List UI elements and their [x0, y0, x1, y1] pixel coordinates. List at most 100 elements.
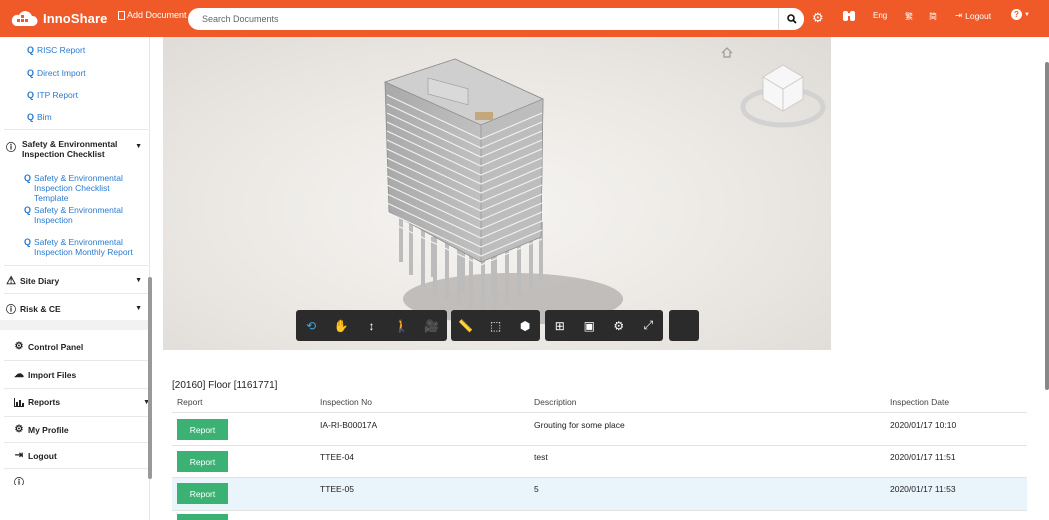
sidebar-item-safety-checklist[interactable]: ⓘ Safety & Environmental Inspection Chec… [4, 139, 148, 159]
sidebar-item-control-panel[interactable]: ⚙ Control Panel [12, 341, 156, 352]
search-icon: Q [24, 173, 32, 183]
column-header-inspection-date: Inspection Date [890, 397, 950, 407]
table-cell-date: 2020/01/17 10:10 [890, 420, 957, 430]
search-icon: Q [27, 68, 35, 78]
info-icon: ⓘ [6, 305, 16, 316]
chevron-down-icon: ▼ [1024, 11, 1030, 18]
sidebar-item-label: Risk & CE [20, 303, 61, 314]
sidebar-item-label: RISC Report [37, 45, 86, 55]
bar-chart-icon [12, 397, 26, 407]
sidebar-item-safety-inspection[interactable]: Q Safety & Environmental Inspection [24, 205, 134, 225]
fullscreen-icon[interactable]: ⤢ [634, 318, 662, 333]
logo[interactable]: InnoShare [10, 9, 107, 27]
report-button[interactable]: Report [177, 419, 228, 440]
sidebar-item-partial[interactable]: ⓘ [12, 477, 156, 486]
sidebar-item-label: Bim [37, 112, 52, 122]
divider [4, 265, 148, 266]
sidebar-scrollbar[interactable] [148, 277, 152, 479]
table-cell-date: 2020/01/17 11:53 [890, 484, 956, 494]
report-button-partial[interactable] [177, 514, 228, 520]
home-view-icon[interactable] [721, 47, 733, 58]
extra-toolbar[interactable] [669, 310, 699, 341]
floor-title: [20160] Floor [1161771] [172, 380, 278, 391]
cloud-upload-icon: ☁ [14, 369, 24, 380]
sidebar-item-label: Safety & Environmental Inspection Checkl… [22, 139, 118, 159]
sidebar-item-label: Control Panel [28, 341, 84, 352]
sidebar-item-label: Reports [28, 397, 61, 407]
sidebar-item-label: Site Diary [20, 275, 60, 286]
row-divider [172, 445, 1027, 446]
table-cell-date: 2020/01/17 11:51 [890, 452, 956, 462]
measure-ruler-icon[interactable]: 📏 [452, 319, 480, 333]
orbit-icon[interactable]: ⟲ [297, 319, 325, 333]
chevron-down-icon: ▼ [135, 305, 142, 312]
camera-icon[interactable]: 🎥 [418, 319, 446, 333]
explode-cube-icon[interactable]: ⬢ [511, 319, 539, 333]
measure-toolbar: 📏 ⬚ ⬢ [451, 310, 540, 341]
sidebar-item-import-files[interactable]: ☁ Import Files [12, 369, 156, 380]
divider [4, 468, 148, 469]
binoculars-icon[interactable] [842, 8, 856, 22]
report-button[interactable]: Report [177, 451, 228, 472]
sidebar-item-label: My Profile [28, 424, 69, 435]
document-icon [118, 10, 125, 20]
sidebar-item-site-diary[interactable]: ⚠ Site Diary ▼ [4, 274, 148, 287]
sidebar-item-logout[interactable]: ⇥ Logout [12, 450, 156, 461]
chevron-down-icon: ▼ [135, 143, 142, 150]
add-document-link[interactable]: Add Document [118, 10, 187, 20]
table-cell-description: 5 [534, 484, 539, 494]
settings-gear-icon[interactable]: ⚙ [605, 319, 633, 333]
pan-hand-icon[interactable]: ✋ [327, 319, 355, 333]
sidebar-item-itp-report[interactable]: Q ITP Report [27, 90, 78, 100]
search-icon: Q [24, 237, 32, 247]
section-gap [0, 320, 150, 330]
divider [4, 416, 148, 417]
sidebar-item-my-profile[interactable]: ⚙ My Profile [12, 424, 156, 435]
column-header-report: Report [177, 397, 203, 407]
sidebar-item-monthly-report[interactable]: Q Safety & Environmental Inspection Month… [24, 237, 134, 257]
walk-person-icon[interactable]: 🚶 [388, 319, 416, 333]
help-dropdown[interactable]: ? ▼ [1011, 9, 1030, 20]
sidebar-item-risk-ce[interactable]: ⓘ Risk & CE ▼ [4, 301, 148, 317]
info-icon: ⓘ [6, 143, 16, 154]
warning-icon: ⚠ [6, 275, 16, 287]
search-button[interactable] [778, 8, 804, 30]
top-header: InnoShare Add Document ⚙ Eng 繁 简 ⇥ Logou… [0, 0, 1049, 37]
gears-icon: ⚙ [14, 341, 24, 352]
section-box-icon[interactable]: ⬚ [481, 319, 509, 333]
logout-icon: ⇥ [14, 450, 24, 461]
logout-label: Logout [965, 10, 992, 21]
divider [4, 388, 148, 389]
sidebar-item-bim[interactable]: Q Bim [27, 112, 52, 122]
language-english[interactable]: Eng [873, 11, 887, 20]
info-icon: ⓘ [14, 477, 24, 486]
table-row-highlight [172, 478, 1027, 510]
bim-3d-viewer[interactable] [163, 37, 831, 350]
report-button[interactable]: Report [177, 483, 228, 504]
add-document-label: Add Document [127, 10, 187, 20]
column-header-description: Description [534, 397, 577, 407]
sidebar-item-direct-import[interactable]: Q Direct Import [27, 68, 86, 78]
sidebar-item-checklist-template[interactable]: Q Safety & Environmental Inspection Check… [24, 173, 144, 203]
page-scrollbar[interactable] [1045, 62, 1049, 390]
search-input[interactable] [202, 14, 762, 24]
table-cell-inspection-no: IA-RI-B00017A [320, 420, 378, 430]
table-cell-inspection-no: TTEE-05 [320, 484, 355, 494]
navigation-toolbar: ⟲ ✋ ↕ 🚶 🎥 [296, 310, 447, 341]
divider [4, 293, 148, 294]
gear-icon: ⚙ [14, 424, 24, 435]
sidebar: Q RISC Report Q Direct Import Q ITP Report … [0, 37, 150, 520]
building-model [383, 58, 826, 325]
language-traditional[interactable]: 繁 [905, 11, 913, 22]
sidebar-item-label: Safety & Environmental Inspection Checkl… [34, 173, 123, 203]
sidebar-item-risc-report[interactable]: Q RISC Report [27, 45, 85, 55]
properties-icon[interactable]: ▣ [575, 319, 603, 333]
language-simplified[interactable]: 简 [929, 11, 937, 22]
logout-link[interactable]: ⇥ Logout [955, 10, 991, 21]
column-header-inspection-no: Inspection No [320, 397, 372, 407]
zoom-vertical-icon[interactable]: ↕ [357, 319, 385, 333]
sidebar-item-reports[interactable]: Reports ▼ [12, 397, 156, 407]
gears-icon[interactable]: ⚙ [812, 10, 824, 26]
help-icon: ? [1011, 9, 1022, 20]
model-browser-icon[interactable]: ⊞ [546, 319, 574, 333]
